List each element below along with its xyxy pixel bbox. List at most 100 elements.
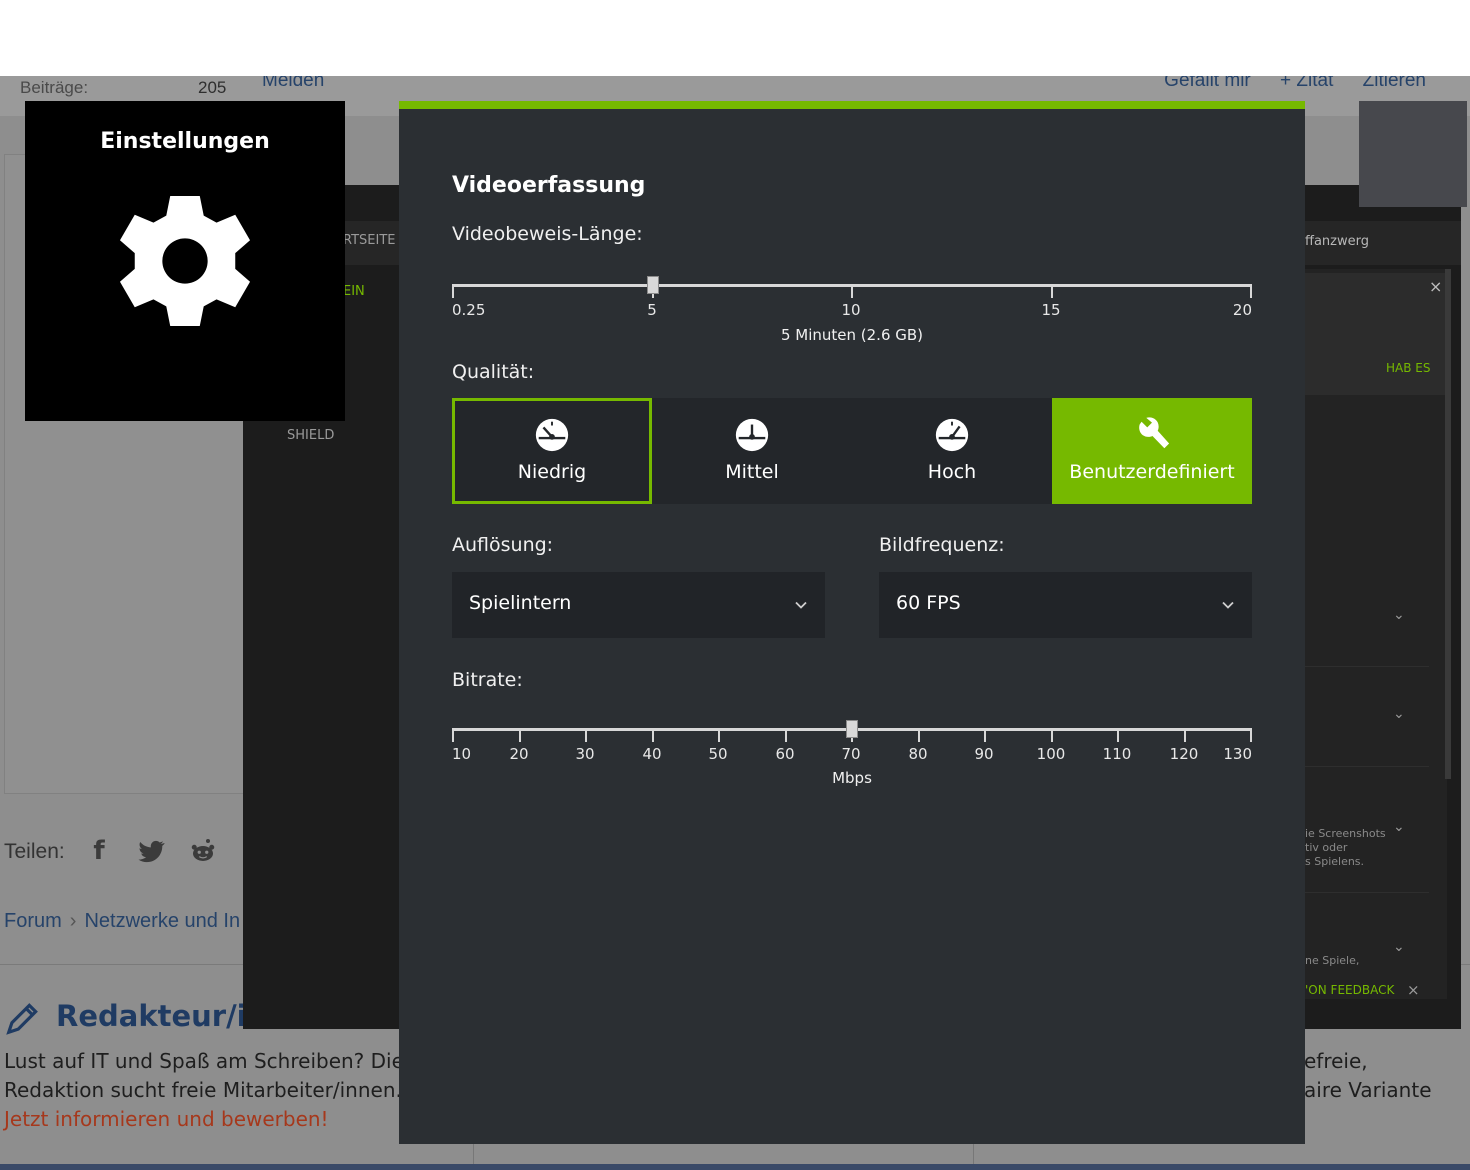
quality-low-button[interactable]: Niedrig	[452, 398, 652, 504]
quality-high-button[interactable]: Hoch	[852, 398, 1052, 504]
slider-tick-label: 30	[575, 745, 595, 763]
slider-tick-label: 120	[1169, 745, 1199, 763]
chevron-down-icon[interactable]: ⌄	[1393, 819, 1405, 835]
slider-tick	[585, 728, 587, 742]
overlay-row-text: ne Spiele,	[1305, 954, 1360, 967]
slider-tick	[984, 728, 986, 742]
slider-tick	[519, 728, 521, 742]
chevron-down-icon[interactable]: ⌄	[1393, 607, 1405, 623]
overlay-subnav-item[interactable]: EIN	[343, 284, 365, 299]
slider-tick-label: 20	[509, 745, 529, 763]
share-icons: f	[84, 836, 218, 866]
share-label: Teilen:	[4, 840, 65, 863]
slider-tick	[1051, 728, 1053, 742]
quality-label: Qualität:	[452, 361, 535, 383]
resolution-label: Auflösung:	[452, 534, 554, 556]
feedback-close-icon[interactable]: ×	[1407, 981, 1420, 999]
twitter-icon[interactable]	[136, 836, 166, 866]
slider-tick-label: 5	[647, 301, 657, 319]
quality-custom-button[interactable]: Benutzerdefiniert	[1052, 398, 1252, 504]
posts-count-label: Beiträge:	[20, 78, 89, 97]
framerate-label: Bildfrequenz:	[879, 534, 1005, 556]
right-promo-line1: efreie,	[1304, 1049, 1368, 1073]
overlay-panel-row[interactable]	[1305, 667, 1429, 767]
overlay-scrollbar[interactable]	[1445, 269, 1451, 779]
chevron-down-icon[interactable]: ⌄	[1393, 706, 1405, 722]
slider-tick-label: 110	[1102, 745, 1132, 763]
overlay-nav-home[interactable]: RTSEITE	[343, 233, 395, 248]
bottom-bar	[0, 1164, 1470, 1170]
slider-tick	[652, 728, 654, 742]
slider-tick	[1250, 284, 1252, 298]
quality-high-label: Hoch	[927, 461, 977, 483]
like-link[interactable]: Gefällt mir	[1164, 76, 1251, 91]
promo-title: Redakteur/in	[56, 999, 268, 1033]
quality-selector: Niedrig Mittel Hoch Benutzerdefiniert	[452, 398, 1252, 504]
overlay-panel-row[interactable]	[1305, 503, 1429, 667]
slider-tick	[1184, 728, 1186, 742]
slider-tick-label: 100	[1036, 745, 1066, 763]
chevron-down-icon	[795, 601, 807, 609]
chevron-down-icon	[1222, 601, 1234, 609]
posts-count-value: 205	[198, 78, 227, 97]
slider-thumb[interactable]	[646, 276, 659, 294]
popup-close-icon[interactable]: ×	[1429, 277, 1442, 296]
quote-link[interactable]: Zitieren	[1363, 76, 1426, 91]
video-capture-modal: Videoerfassung Videobeweis-Länge: 0.25 5 1…	[399, 101, 1305, 1144]
slider-tick	[785, 728, 787, 742]
grey-side-tab	[1359, 101, 1467, 207]
overlay-popup	[1305, 273, 1447, 395]
gear-icon	[119, 195, 251, 327]
resolution-dropdown[interactable]: Spielintern	[452, 572, 825, 638]
overlay-nav-user[interactable]: ffanzwerg	[1305, 234, 1369, 249]
facebook-icon[interactable]: f	[84, 836, 114, 866]
breadcrumb-forum[interactable]: Forum	[4, 910, 62, 932]
reddit-icon[interactable]	[188, 836, 218, 866]
slider-tick-label: 15	[1041, 301, 1061, 319]
breadcrumb-networks[interactable]: Netzwerke und In	[84, 910, 240, 932]
breadcrumb-separator: ›	[69, 910, 77, 932]
slider-tick-label: 90	[974, 745, 994, 763]
slider-tick-label: 40	[642, 745, 662, 763]
quality-custom-label: Benutzerdefiniert	[1069, 461, 1235, 483]
gauge-low-icon	[535, 418, 569, 452]
gauge-high-icon	[935, 418, 969, 452]
framerate-dropdown[interactable]: 60 FPS	[879, 572, 1252, 638]
breadcrumb: Forum › Netzwerke und In	[4, 910, 240, 933]
overlay-row-text: tiv oder	[1305, 841, 1348, 854]
slider-tick	[918, 728, 920, 742]
slider-tick-label: 20	[1232, 301, 1252, 319]
slider-tick	[452, 728, 454, 742]
promo-link[interactable]: Jetzt informieren und bewerben!	[4, 1107, 329, 1131]
pen-icon	[6, 1003, 38, 1035]
slider-tick-label: 10	[841, 301, 861, 319]
slider-tick-label: 60	[775, 745, 795, 763]
top-white-band	[0, 0, 1470, 76]
settings-tile[interactable]: Einstellungen	[25, 101, 345, 421]
slider-tick	[452, 284, 454, 298]
slider-tick	[1250, 728, 1252, 742]
slider-tick-label: 0.25	[452, 301, 486, 319]
slider-tick-label: 10	[452, 745, 472, 763]
got-it-button[interactable]: HAB ES	[1386, 361, 1430, 375]
slider-tick-label: 50	[708, 745, 728, 763]
slider-thumb[interactable]	[846, 720, 858, 738]
post-actions: Gefällt mir + Zitat Zitieren	[1140, 76, 1426, 92]
overlay-row-text: s Spielens.	[1305, 855, 1365, 868]
replay-length-caption: 5 Minuten (2.6 GB)	[780, 326, 924, 344]
promo-text-line1: Lust auf IT und Spaß am Schreiben? Die	[4, 1049, 404, 1073]
chevron-down-icon[interactable]: ⌄	[1393, 939, 1405, 955]
quote-plus-link[interactable]: + Zitat	[1280, 76, 1333, 91]
bitrate-caption: Mbps	[832, 769, 872, 787]
quality-low-label: Niedrig	[517, 461, 587, 483]
slider-tick-label: 70	[841, 745, 861, 763]
report-link[interactable]: Melden	[262, 76, 324, 92]
section-title: Videoerfassung	[452, 173, 646, 198]
framerate-value: 60 FPS	[896, 592, 961, 614]
overlay-row-text: ie Screenshots	[1305, 827, 1386, 840]
quality-medium-button[interactable]: Mittel	[652, 398, 852, 504]
feedback-link[interactable]: 'ON FEEDBACK	[1305, 983, 1394, 997]
promo-text-line2: Redaktion sucht freie Mitarbeiter/innen.	[4, 1078, 402, 1102]
overlay-shield-label[interactable]: SHIELD	[287, 428, 334, 443]
gauge-medium-icon	[735, 418, 769, 452]
